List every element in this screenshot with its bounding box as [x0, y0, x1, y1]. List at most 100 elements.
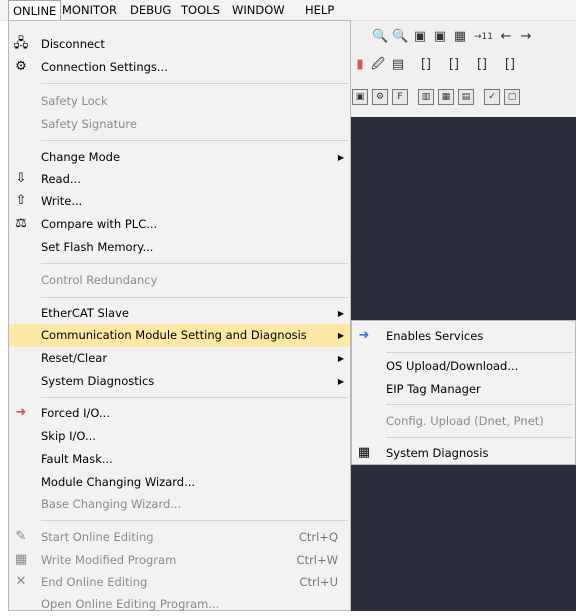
menu-item-label: EtherCAT Slave [41, 306, 129, 320]
check-icon[interactable]: ✓ [484, 89, 500, 105]
menu-item-label: Set Flash Memory... [41, 240, 154, 254]
online-menu: 🖧 Disconnect ⚙ Connection Settings... Sa… [8, 20, 351, 611]
submenu-item-enables-services[interactable]: ➜ Enables Services [352, 325, 575, 348]
submenu-item-label: OS Upload/Download... [386, 359, 519, 373]
menubar-tools[interactable]: TOOLS [181, 0, 220, 20]
function-block-icon[interactable]: F [392, 89, 408, 105]
submenu-item-os-upload-download[interactable]: OS Upload/Download... [352, 355, 575, 378]
menu-item-open-online-editing-program: Open Online Editing Program... [9, 593, 350, 616]
menu-item-label: Read... [41, 172, 81, 186]
jump-icon[interactable]: →11 [474, 29, 493, 45]
menu-item-write-modified-program: ▦ Write Modified Program Ctrl+W [9, 549, 350, 572]
toolbar: 🔍 🔍 ▣ ▣ ▦ →11 ← → ▮ 🖉 ▤ [] [] [] [] ▣ ⚙ … [350, 21, 576, 117]
menu-item-skip-io[interactable]: Skip I/O... [9, 425, 350, 448]
menu-item-label: Forced I/O... [41, 406, 110, 420]
menu-item-reset-clear[interactable]: Reset/Clear ▶ [9, 347, 350, 370]
menu-item-start-online-editing: ✎ Start Online Editing Ctrl+Q [9, 526, 350, 549]
menubar-help[interactable]: HELP [305, 0, 334, 20]
contact-nc-icon[interactable]: [] [446, 57, 462, 73]
menu-item-ethercat-slave[interactable]: EtherCAT Slave ▶ [9, 302, 350, 325]
menu-separator [41, 397, 348, 398]
compare-icon: ⚖ [15, 216, 27, 231]
module-icon[interactable]: ▤ [458, 89, 474, 105]
menu-item-change-mode[interactable]: Change Mode ▶ [9, 146, 350, 169]
back-arrow-icon[interactable]: ← [498, 29, 514, 45]
submenu-arrow-icon: ▶ [337, 377, 344, 386]
menu-item-compare-with-plc[interactable]: ⚖ Compare with PLC... [9, 213, 350, 236]
find-icon[interactable]: 🔍 [372, 29, 388, 45]
submenu-arrow-icon: ▶ [337, 331, 344, 340]
menu-item-label: Module Changing Wizard... [41, 475, 196, 489]
menu-item-label: End Online Editing [41, 575, 148, 589]
menu-item-label: Skip I/O... [41, 429, 96, 443]
menu-item-read[interactable]: ⇩ Read... [9, 168, 350, 191]
document-icon[interactable]: ▢ [504, 89, 520, 105]
device-memory-icon[interactable]: ▦ [438, 89, 454, 105]
find-device-icon[interactable]: ▣ [412, 29, 428, 45]
submenu-arrow-icon: ▶ [337, 354, 344, 363]
menu-item-label: Base Changing Wizard... [41, 497, 182, 511]
disconnect-icon: 🖧 [13, 36, 29, 51]
forward-arrow-icon[interactable]: → [518, 29, 534, 45]
submenu-item-system-diagnosis[interactable]: ▦ System Diagnosis [352, 442, 575, 465]
submenu-arrow-icon: ▶ [337, 153, 344, 162]
coil-icon[interactable]: [] [474, 57, 490, 73]
write-modified-program-icon: ▦ [14, 552, 28, 567]
submenu-separator [386, 404, 573, 405]
enables-services-icon: ➜ [358, 328, 370, 343]
menu-item-base-changing-wizard: Base Changing Wizard... [9, 493, 350, 516]
find-contact-icon[interactable]: ▣ [432, 29, 448, 45]
settings-icon[interactable]: ⚙ [372, 89, 388, 105]
menu-item-connection-settings[interactable]: ⚙ Connection Settings... [9, 56, 350, 79]
edit-icon[interactable]: 🖉 [370, 57, 386, 73]
submenu-item-config-upload: Config. Upload (Dnet, Pnet) [352, 410, 575, 433]
menu-separator [41, 263, 348, 264]
cross-reference-icon[interactable]: ▦ [452, 29, 468, 45]
menu-separator [41, 297, 348, 298]
menu-separator [41, 83, 348, 84]
contact-icon[interactable]: [] [418, 57, 434, 73]
menu-item-disconnect[interactable]: 🖧 Disconnect [9, 33, 350, 56]
submenu-item-eip-tag-manager[interactable]: EIP Tag Manager [352, 378, 575, 401]
device-batch-icon[interactable]: ▥ [418, 89, 434, 105]
function-icon[interactable]: [] [502, 57, 518, 73]
menu-item-write[interactable]: ⇧ Write... [9, 190, 350, 213]
menu-item-label: Connection Settings... [41, 60, 168, 74]
menubar-debug[interactable]: DEBUG [130, 0, 171, 20]
submenu-item-label: Config. Upload (Dnet, Pnet) [386, 414, 544, 428]
menu-item-safety-lock: Safety Lock [9, 90, 350, 113]
menu-item-label: Start Online Editing [41, 530, 154, 544]
find-next-icon[interactable]: 🔍 [392, 29, 408, 45]
menu-item-set-flash-memory[interactable]: Set Flash Memory... [9, 236, 350, 259]
shortcut-label: Ctrl+U [299, 575, 338, 589]
menubar-online[interactable]: ONLINE [8, 0, 62, 20]
print-icon[interactable]: ▤ [390, 57, 406, 73]
menu-item-label: Fault Mask... [41, 452, 113, 466]
toolbar-row-1: 🔍 🔍 ▣ ▣ ▦ →11 ← → [350, 23, 576, 51]
menu-item-label: Compare with PLC... [41, 217, 158, 231]
menu-item-label: Safety Lock [41, 94, 108, 108]
read-icon: ⇩ [15, 171, 27, 186]
menu-item-label: Write Modified Program [41, 553, 177, 567]
menu-item-communication-module-setting[interactable]: Communication Module Setting and Diagnos… [9, 324, 350, 347]
menu-item-label: Open Online Editing Program... [41, 597, 220, 611]
menu-item-label: Disconnect [41, 37, 105, 51]
forced-io-icon: ➜ [15, 405, 27, 420]
ladder-icon[interactable]: ▮ [352, 57, 368, 73]
menu-bar: ONLINE MONITOR DEBUG TOOLS WINDOW HELP [0, 0, 576, 21]
menubar-window[interactable]: WINDOW [232, 0, 285, 20]
menu-item-label: Change Mode [41, 150, 121, 164]
menu-item-fault-mask[interactable]: Fault Mask... [9, 448, 350, 471]
submenu-item-label: EIP Tag Manager [386, 382, 481, 396]
menu-item-module-changing-wizard[interactable]: Module Changing Wizard... [9, 471, 350, 494]
menubar-monitor[interactable]: MONITOR [62, 0, 117, 20]
start-online-editing-icon: ✎ [15, 529, 27, 544]
menu-item-label: System Diagnostics [41, 374, 155, 388]
menu-item-forced-io[interactable]: ➜ Forced I/O... [9, 402, 350, 425]
submenu-separator [386, 352, 573, 353]
menu-item-system-diagnostics[interactable]: System Diagnostics ▶ [9, 370, 350, 393]
toolbar-row-2: ▮ 🖉 ▤ [] [] [] [] [350, 51, 576, 79]
menu-item-safety-signature: Safety Signature [9, 113, 350, 136]
menu-item-control-redundancy: Control Redundancy [9, 269, 350, 292]
view-icon[interactable]: ▣ [352, 89, 368, 105]
